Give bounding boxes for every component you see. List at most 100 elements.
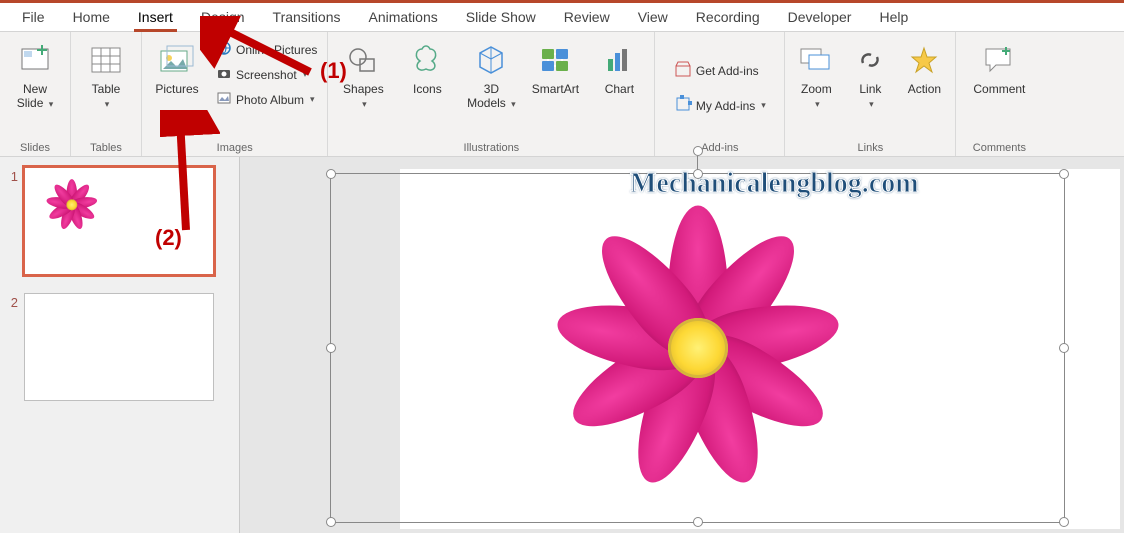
slide-thumbnail[interactable] [24, 167, 214, 275]
online-pictures-button[interactable]: Online Pictures [212, 38, 321, 61]
resize-handle-ml[interactable] [326, 343, 336, 353]
group-tables-label: Tables [77, 140, 135, 154]
chart-label: Chart [605, 82, 634, 96]
tab-design[interactable]: Design [187, 3, 259, 31]
ribbon: New Slide ▾ Slides Table▾ Tables Picture… [0, 32, 1124, 157]
get-addins-label: Get Add-ins [696, 64, 759, 78]
slide-thumb-2[interactable]: 2 [4, 293, 229, 401]
zoom-button[interactable]: Zoom▾ [791, 36, 841, 115]
group-illustrations-label: Illustrations [334, 140, 648, 154]
my-addins-label: My Add-ins [696, 99, 755, 113]
pictures-button[interactable]: Pictures [148, 36, 206, 100]
get-addins-button[interactable]: Get Add-ins [670, 58, 763, 83]
chart-icon [602, 40, 636, 80]
slide-canvas[interactable] [400, 169, 1120, 529]
tab-recording[interactable]: Recording [682, 3, 774, 31]
tab-transitions[interactable]: Transitions [259, 3, 355, 31]
tab-home[interactable]: Home [59, 3, 124, 31]
link-label: Link▾ [859, 82, 881, 111]
camera-icon [216, 65, 232, 84]
tab-developer[interactable]: Developer [774, 3, 866, 31]
3d-models-label: 3D Models ▾ [464, 82, 518, 111]
tab-insert[interactable]: Insert [124, 3, 187, 31]
slide-number: 2 [4, 293, 24, 310]
slide-thumbnail[interactable] [24, 293, 214, 401]
photo-album-button[interactable]: Photo Album▾ [212, 88, 321, 111]
group-comments-label: Comments [962, 140, 1036, 154]
group-images: Pictures Online Pictures Screenshot▾ Pho… [142, 32, 328, 156]
shapes-button[interactable]: Shapes▾ [334, 36, 392, 115]
group-slides: New Slide ▾ Slides [0, 32, 71, 156]
screenshot-label: Screenshot [236, 68, 297, 82]
rotation-line [697, 156, 698, 170]
new-slide-icon [18, 40, 52, 80]
addins-icon [674, 95, 692, 116]
tab-view[interactable]: View [624, 3, 682, 31]
group-links: Zoom▾ Link▾ Action Links [785, 32, 956, 156]
star-icon [909, 40, 939, 80]
icons-icon [410, 40, 444, 80]
tab-help[interactable]: Help [865, 3, 922, 31]
slide-panel: 1 2 [0, 157, 240, 533]
slide-canvas-area[interactable] [240, 157, 1124, 533]
tab-animations[interactable]: Animations [354, 3, 451, 31]
comment-label: Comment [973, 82, 1025, 96]
shapes-label: Shapes▾ [343, 82, 384, 111]
group-slides-label: Slides [6, 140, 64, 154]
group-images-label: Images [148, 140, 321, 154]
flower-image-thumb [43, 176, 101, 234]
3d-models-button[interactable]: 3D Models ▾ [462, 36, 520, 115]
photo-album-icon [216, 90, 232, 109]
rotation-handle[interactable] [693, 146, 703, 156]
new-slide-label: New Slide ▾ [8, 82, 62, 111]
group-illustrations: Shapes▾ Icons 3D Models ▾ SmartArt [328, 32, 655, 156]
shapes-icon [346, 40, 380, 80]
smartart-icon [538, 40, 572, 80]
pictures-icon [159, 40, 195, 80]
icons-button[interactable]: Icons [398, 36, 456, 100]
resize-handle-br[interactable] [1059, 517, 1069, 527]
screenshot-button[interactable]: Screenshot▾ [212, 63, 321, 86]
group-addins-label: Add-ins [661, 140, 778, 154]
resize-handle-tm[interactable] [693, 169, 703, 179]
image-selection-box[interactable] [330, 173, 1065, 523]
photo-album-label: Photo Album [236, 93, 304, 107]
chart-button[interactable]: Chart [590, 36, 648, 100]
group-addins: Get Add-ins My Add-ins▾ Add-ins [655, 32, 785, 156]
link-icon [855, 40, 885, 80]
cube-icon [474, 40, 508, 80]
tab-file[interactable]: File [8, 3, 59, 31]
smartart-button[interactable]: SmartArt [526, 36, 584, 100]
comment-icon [982, 40, 1016, 80]
table-icon [89, 40, 123, 80]
pictures-label: Pictures [155, 82, 198, 96]
table-button[interactable]: Table▾ [77, 36, 135, 115]
action-button[interactable]: Action [899, 36, 949, 100]
tab-slideshow[interactable]: Slide Show [452, 3, 550, 31]
new-slide-button[interactable]: New Slide ▾ [6, 36, 64, 115]
resize-handle-bl[interactable] [326, 517, 336, 527]
resize-handle-mr[interactable] [1059, 343, 1069, 353]
resize-handle-tr[interactable] [1059, 169, 1069, 179]
group-comments: Comment Comments [956, 32, 1042, 156]
zoom-icon [799, 40, 833, 80]
smartart-label: SmartArt [532, 82, 579, 96]
group-tables: Table▾ Tables [71, 32, 142, 156]
slide-number: 1 [4, 167, 24, 184]
globe-icon [216, 40, 232, 59]
resize-handle-tl[interactable] [326, 169, 336, 179]
tab-review[interactable]: Review [550, 3, 624, 31]
icons-label: Icons [413, 82, 442, 96]
flower-image[interactable] [538, 188, 858, 508]
zoom-label: Zoom▾ [801, 82, 832, 111]
slide-thumb-1[interactable]: 1 [4, 167, 229, 275]
my-addins-button[interactable]: My Add-ins▾ [670, 93, 770, 118]
action-label: Action [908, 82, 941, 96]
table-label: Table▾ [92, 82, 121, 111]
group-links-label: Links [791, 140, 949, 154]
menubar: File Home Insert Design Transitions Anim… [0, 3, 1124, 32]
comment-button[interactable]: Comment [962, 36, 1036, 100]
link-button[interactable]: Link▾ [847, 36, 893, 115]
resize-handle-bm[interactable] [693, 517, 703, 527]
online-pictures-label: Online Pictures [236, 43, 317, 57]
